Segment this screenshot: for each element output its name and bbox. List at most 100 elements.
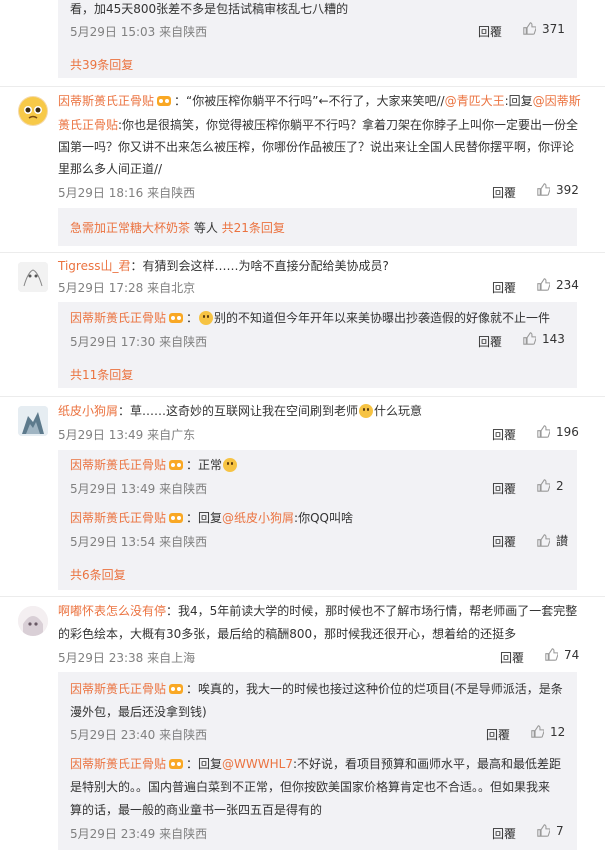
thumbs-up-icon bbox=[537, 824, 550, 837]
reply-username[interactable]: 因蒂斯蒉氏正骨贴 bbox=[70, 511, 166, 525]
comment-location: 来自陕西 bbox=[147, 186, 196, 200]
comment-time: 5月29日 18:16 bbox=[58, 186, 144, 200]
reply-username[interactable]: 急需加正常糖大杯奶茶 bbox=[70, 221, 190, 235]
like-count: 234 bbox=[556, 278, 579, 292]
like-button[interactable]: 12 bbox=[531, 725, 565, 739]
sketch-avatar-icon bbox=[18, 262, 48, 292]
reply-location: 来自陕西 bbox=[159, 335, 208, 349]
mention-link[interactable]: @纸皮小狗屑 bbox=[222, 511, 294, 525]
reply-location: 来自陕西 bbox=[159, 728, 208, 742]
like-button[interactable]: 371 bbox=[523, 22, 565, 36]
reply-text: 是特别大的。。国内普遍白菜到不正常，但你按欧美国家价格算肯定也不合适。。但如果我… bbox=[70, 780, 551, 794]
emoji-icon bbox=[359, 404, 374, 418]
pleading-face-icon bbox=[19, 97, 47, 125]
divider bbox=[0, 252, 605, 253]
more-replies-link[interactable]: 共6条回复 bbox=[70, 566, 126, 583]
comment-username[interactable]: Tigress山_君 bbox=[58, 259, 130, 273]
comment-text: :你也是很搞笑，你觉得被压榨你躺平不行吗？拿着刀架在你脖子上叫你一定要出一份全 bbox=[118, 118, 579, 132]
reply-text: :不好说，看项目预算和画师水平，最高和最低差距 bbox=[292, 757, 562, 771]
reply-text: 别的不知道但今年开年以来美协曝出抄袭造假的好像就不止一件 bbox=[214, 311, 551, 325]
reply-button[interactable]: 回覆 bbox=[492, 825, 516, 842]
reply-text: :你QQ叫啥 bbox=[294, 511, 353, 525]
reply-time: 5月29日 13:54 bbox=[70, 535, 156, 549]
comment-text: 什么玩意 bbox=[374, 404, 423, 418]
reply-time: 5月29日 23:49 bbox=[70, 827, 156, 841]
wolf-avatar-icon bbox=[18, 406, 48, 436]
like-button[interactable]: 234 bbox=[537, 278, 579, 292]
comment-text: ：草……这奇妙的互联网让我在空间刷到老师 bbox=[118, 404, 359, 418]
comment-time: 5月29日 13:49 bbox=[58, 428, 144, 442]
vip-badge-icon bbox=[168, 509, 184, 531]
like-button[interactable]: 196 bbox=[537, 425, 579, 439]
reply-location: 来自陕西 bbox=[159, 482, 208, 496]
reply-button[interactable]: 回覆 bbox=[492, 533, 516, 550]
reply-summary: 等人 bbox=[190, 221, 222, 235]
comment-text: 国第一吗？你又讲不出来怎么被压榨，你哪份作品被压了？说出来让全国人民替你摆平啊，… bbox=[58, 140, 575, 154]
more-replies-link[interactable]: 共39条回复 bbox=[70, 56, 133, 73]
mention-link[interactable]: @因蒂斯 bbox=[533, 94, 581, 108]
comment-text: 看，加45天800张差不多是包括试稿审核乱七八糟的 bbox=[70, 2, 349, 16]
vip-badge-icon bbox=[168, 309, 184, 331]
reply-username[interactable]: 因蒂斯蒉氏正骨贴 bbox=[70, 757, 166, 771]
avatar[interactable] bbox=[18, 96, 48, 126]
like-button[interactable]: 143 bbox=[523, 332, 565, 346]
comment-location: 来自上海 bbox=[147, 651, 196, 665]
reply-button[interactable]: 回覆 bbox=[492, 184, 516, 201]
divider bbox=[0, 396, 605, 397]
mention-link[interactable]: @WWWHL7 bbox=[222, 757, 293, 771]
vip-badge-icon bbox=[168, 755, 184, 777]
avatar[interactable] bbox=[18, 606, 48, 636]
like-count: 2 bbox=[556, 479, 564, 493]
comment-time: 5月29日 15:03 bbox=[70, 25, 156, 39]
like-button[interactable]: 2 bbox=[537, 479, 564, 493]
like-button[interactable]: 讃 bbox=[537, 532, 568, 549]
thumbs-up-icon bbox=[523, 22, 536, 35]
comment-location: 来自北京 bbox=[147, 281, 196, 295]
like-button[interactable]: 392 bbox=[537, 183, 579, 197]
like-count: 7 bbox=[556, 824, 564, 838]
like-button[interactable]: 74 bbox=[545, 648, 579, 662]
comment-text: ：“你被压榨你躺平不行吗”←不行了，大家来笑吧// bbox=[174, 94, 445, 108]
comment-time: 5月29日 17:28 bbox=[58, 281, 144, 295]
comment-text: :回复 bbox=[504, 94, 533, 108]
reply-button[interactable]: 回覆 bbox=[478, 23, 502, 40]
reply-username[interactable]: 因蒂斯蒉氏正骨贴 bbox=[70, 458, 166, 472]
reply-button[interactable]: 回覆 bbox=[492, 279, 516, 296]
more-replies-link[interactable]: 共11条回复 bbox=[70, 366, 133, 383]
like-button[interactable]: 7 bbox=[537, 824, 564, 838]
comment-page: 看，加45天800张差不多是包括试稿审核乱七八糟的 5月29日 15:03 来自… bbox=[0, 0, 605, 850]
reply-meta: 5月29日 13:49 来自陕西 bbox=[70, 480, 207, 497]
like-count: 196 bbox=[556, 425, 579, 439]
like-count: 371 bbox=[542, 22, 565, 36]
reply-button[interactable]: 回覆 bbox=[492, 426, 516, 443]
reply-button[interactable]: 回覆 bbox=[492, 480, 516, 497]
reply-button[interactable]: 回覆 bbox=[500, 649, 524, 666]
reply-meta: 5月29日 13:54 来自陕西 bbox=[70, 533, 207, 550]
reply-meta: 5月29日 17:30 来自陕西 bbox=[70, 333, 207, 350]
comment-location: 来自陕西 bbox=[159, 25, 208, 39]
thumbs-up-icon bbox=[531, 725, 544, 738]
reply-meta: 5月29日 23:40 来自陕西 bbox=[70, 726, 207, 743]
comment-username[interactable]: 啊嘟怀表怎么没有停 bbox=[58, 604, 166, 618]
thumbs-up-icon bbox=[537, 278, 550, 291]
avatar[interactable] bbox=[18, 262, 48, 292]
reply-button[interactable]: 回覆 bbox=[478, 333, 502, 350]
thumbs-up-icon bbox=[537, 479, 550, 492]
comment-meta: 5月29日 18:16 来自陕西 bbox=[58, 184, 195, 201]
comment-username[interactable]: 纸皮小狗屑 bbox=[58, 404, 118, 418]
more-replies-link[interactable]: 共21条回复 bbox=[222, 221, 285, 235]
comment-username[interactable]: 因蒂斯蒉氏正骨贴 bbox=[58, 94, 154, 108]
mention-link[interactable]: @青匹大王 bbox=[445, 94, 505, 108]
reply-username[interactable]: 因蒂斯蒉氏正骨贴 bbox=[70, 311, 166, 325]
reply-location: 来自陕西 bbox=[159, 535, 208, 549]
comment-text: 里那么多人间正道// bbox=[58, 162, 163, 176]
avatar[interactable] bbox=[18, 406, 48, 436]
reply-username[interactable]: 因蒂斯蒉氏正骨贴 bbox=[70, 682, 166, 696]
reply-button[interactable]: 回覆 bbox=[486, 726, 510, 743]
thumbs-up-icon bbox=[545, 648, 558, 661]
reply-text: ：回复 bbox=[186, 511, 223, 525]
mention-link[interactable]: 蒉氏正骨贴 bbox=[58, 118, 118, 132]
comment-meta: 5月29日 13:49 来自广东 bbox=[58, 426, 195, 443]
reply-time: 5月29日 23:40 bbox=[70, 728, 156, 742]
reply-text: ：唉真的，我大一的时候也接过这种价位的烂项目(不是导师派活，是条 bbox=[186, 682, 563, 696]
